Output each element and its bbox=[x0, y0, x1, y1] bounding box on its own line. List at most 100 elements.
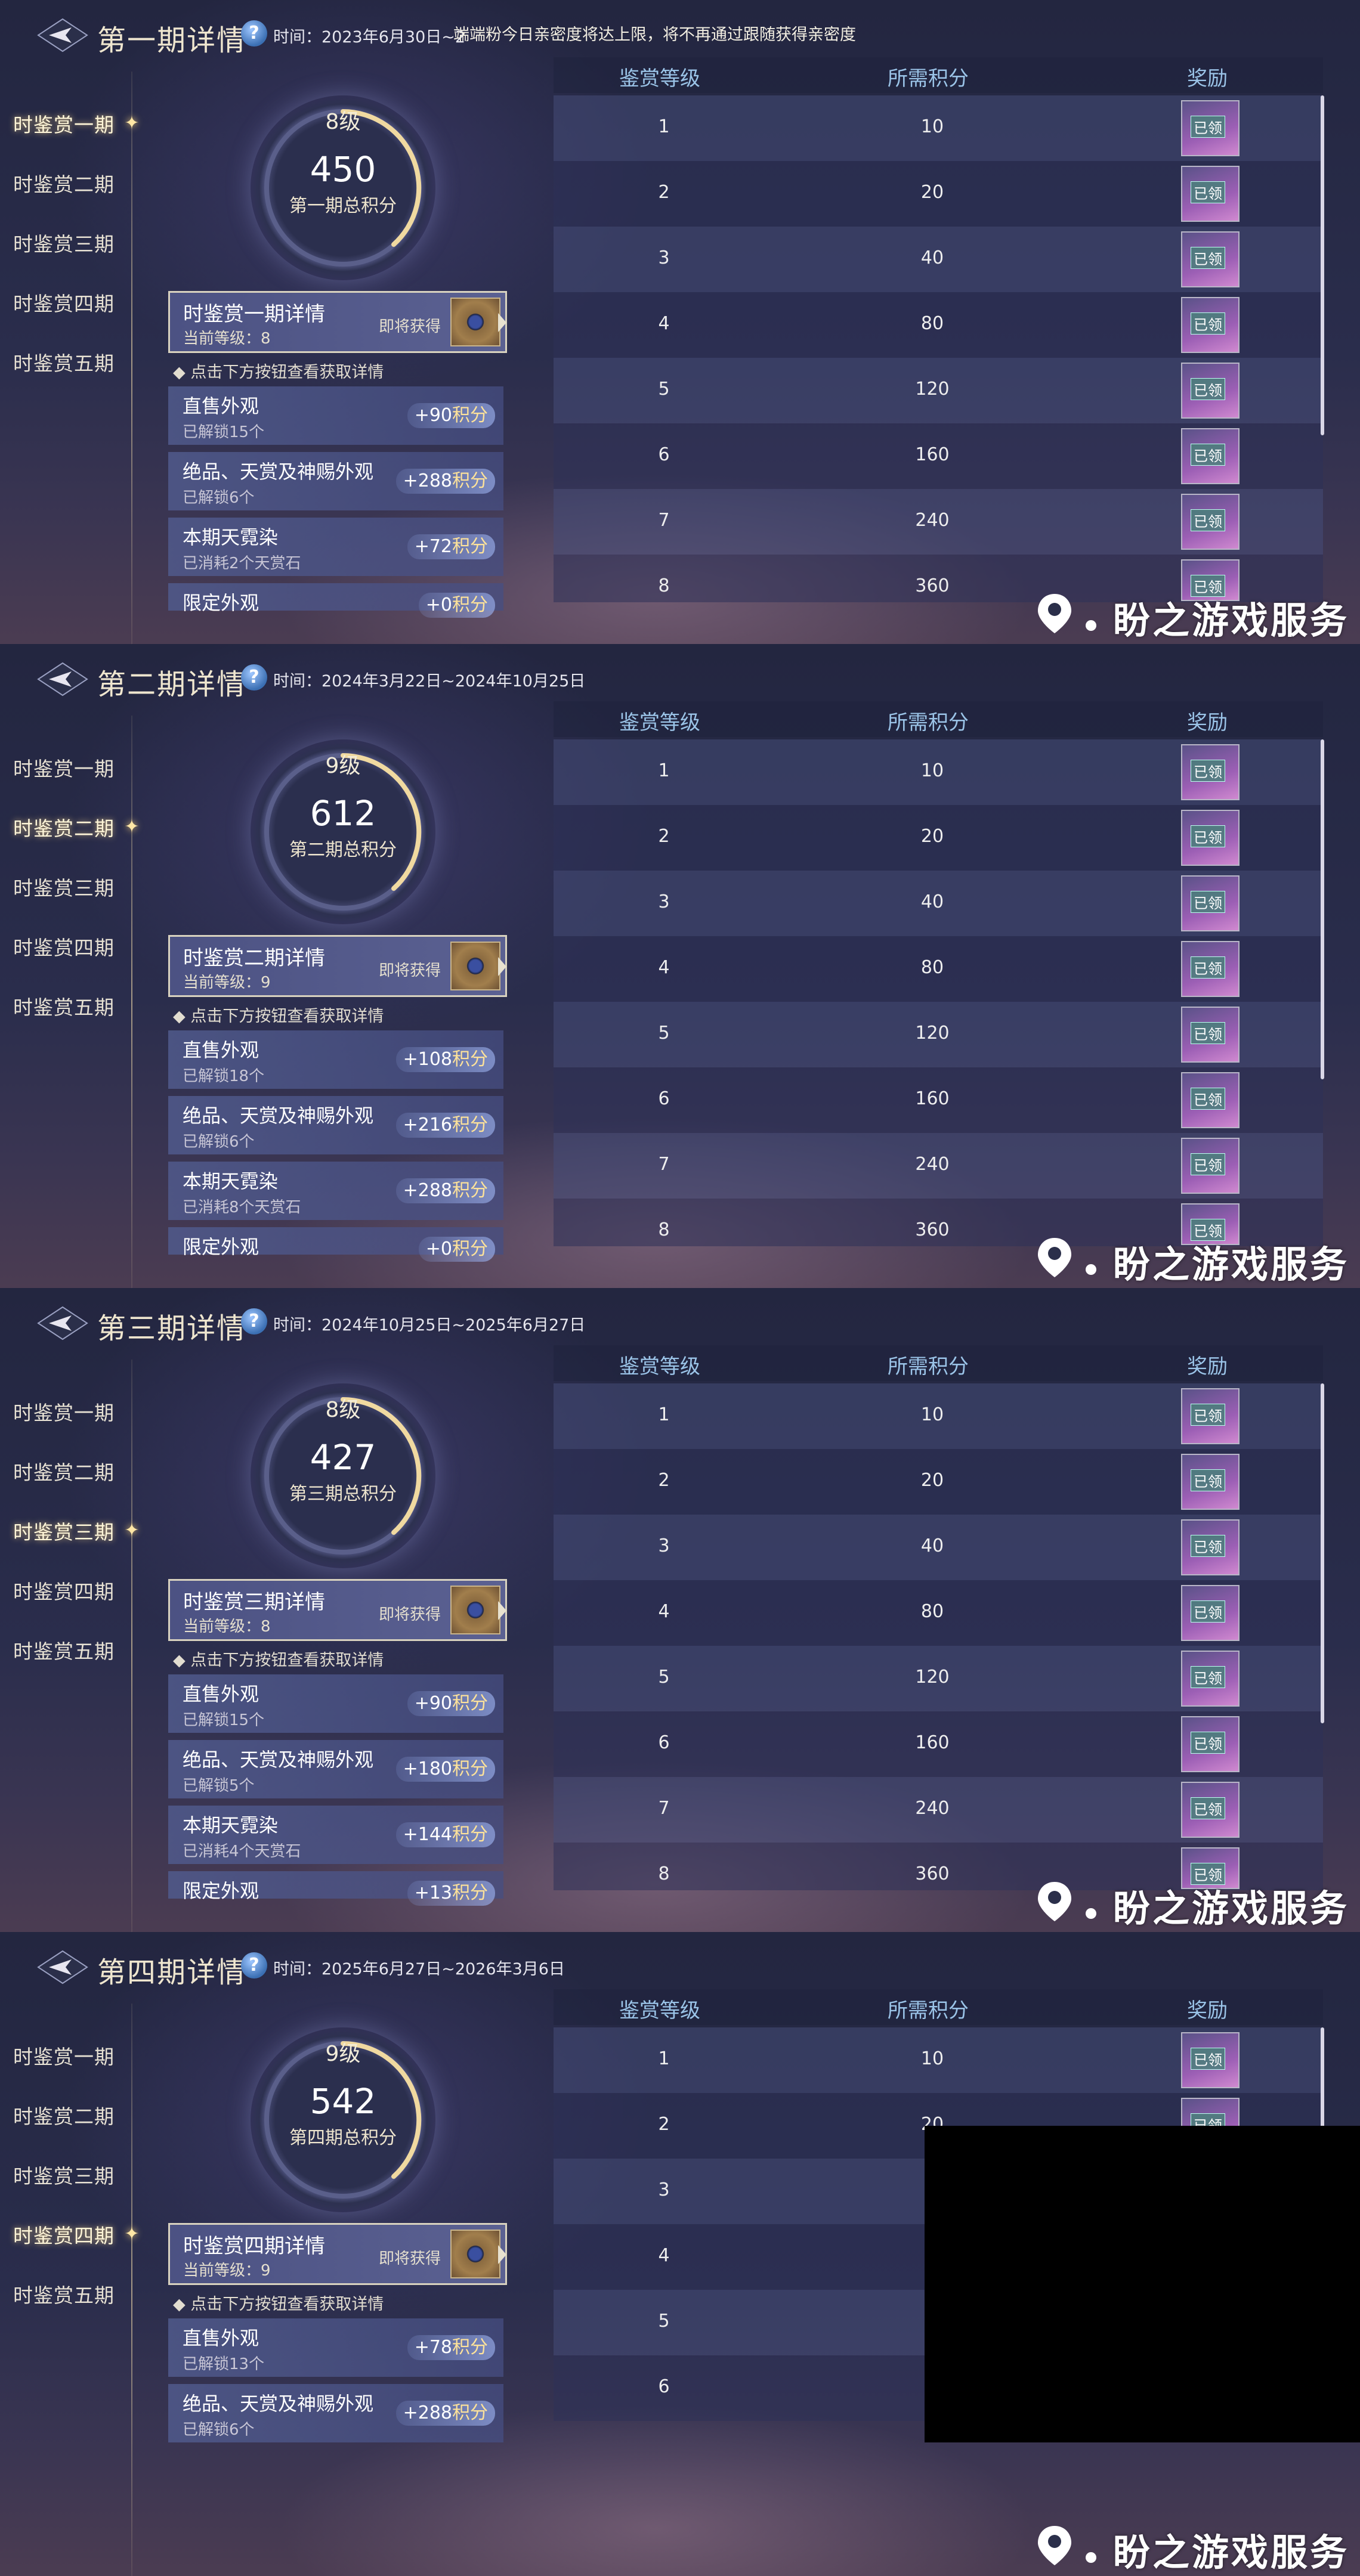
source-detail: 已解锁15个 bbox=[183, 423, 265, 441]
points-source-button[interactable]: 限定外观 +0积分 bbox=[168, 1227, 503, 1262]
points-source-button[interactable]: 直售外观 已解锁15个 +90积分 bbox=[168, 1674, 503, 1733]
reward-status: 已领 bbox=[1191, 956, 1225, 979]
points-source-button[interactable]: 限定外观 +13积分 bbox=[168, 1871, 503, 1906]
sidebar-item[interactable]: 时鉴赏二期 bbox=[13, 1461, 115, 1521]
reward-item[interactable]: 已领 bbox=[1181, 1138, 1240, 1194]
points-source-button[interactable]: 直售外观 已解锁18个 +108积分 bbox=[168, 1030, 503, 1089]
table-header: 鉴赏等级 所需积分 奖励 bbox=[554, 57, 1323, 93]
header-level: 鉴赏等级 bbox=[619, 711, 700, 735]
points-source-button[interactable]: 绝品、天赏及神赐外观 已解锁6个 +288积分 bbox=[168, 2384, 503, 2442]
source-detail: 已解锁5个 bbox=[183, 1777, 255, 1795]
scrollbar[interactable] bbox=[1321, 739, 1324, 1079]
reward-item[interactable]: 已领 bbox=[1181, 1519, 1240, 1575]
diamond-icon: ◆ bbox=[173, 1007, 191, 1026]
sidebar-item[interactable]: 时鉴赏一期 bbox=[13, 113, 115, 173]
upcoming-label: 即将获得 bbox=[379, 2250, 441, 2268]
reward-item[interactable]: 已领 bbox=[1181, 1585, 1240, 1641]
tier-points: 40 bbox=[920, 1535, 944, 1556]
period-detail-card[interactable]: 时鉴赏一期详情 当前等级：8 即将获得 bbox=[168, 291, 507, 353]
reward-item[interactable]: 已领 bbox=[1181, 744, 1240, 800]
diamond-icon: ◆ bbox=[173, 363, 191, 382]
help-icon[interactable]: ? bbox=[241, 1308, 267, 1335]
sidebar-item[interactable]: 时鉴赏四期 bbox=[13, 2224, 115, 2284]
reward-item[interactable]: 已领 bbox=[1181, 428, 1240, 484]
help-icon[interactable]: ? bbox=[241, 664, 267, 691]
reward-item[interactable]: 已领 bbox=[1181, 166, 1240, 222]
tier-row: 5 120 已领 bbox=[554, 358, 1323, 423]
points-source-button[interactable]: 限定外观 +0积分 bbox=[168, 583, 503, 618]
sidebar-item[interactable]: 时鉴赏四期 bbox=[13, 1580, 115, 1640]
reward-item[interactable]: 已领 bbox=[1181, 231, 1240, 287]
reward-item[interactable]: 已领 bbox=[1181, 1716, 1240, 1772]
sidebar-item[interactable]: 时鉴赏一期 bbox=[13, 2045, 115, 2105]
tier-row: 6 160 已领 bbox=[554, 423, 1323, 489]
points-unit: 积分 bbox=[452, 1180, 488, 1201]
table-header: 鉴赏等级 所需积分 奖励 bbox=[554, 1345, 1323, 1381]
back-button[interactable] bbox=[37, 18, 88, 52]
reward-item[interactable]: 已领 bbox=[1181, 297, 1240, 353]
sidebar-item[interactable]: 时鉴赏三期 bbox=[13, 233, 115, 292]
reward-item[interactable]: 已领 bbox=[1181, 875, 1240, 931]
tier-points: 360 bbox=[915, 575, 950, 596]
reward-item[interactable]: 已领 bbox=[1181, 810, 1240, 866]
points-source-button[interactable]: 直售外观 已解锁13个 +78积分 bbox=[168, 2318, 503, 2377]
sidebar-item[interactable]: 时鉴赏二期 bbox=[13, 173, 115, 233]
points-source-button[interactable]: 绝品、天赏及神赐外观 已解锁5个 +180积分 bbox=[168, 1740, 503, 1798]
sidebar-item[interactable]: 时鉴赏五期 bbox=[13, 352, 115, 411]
reward-item[interactable]: 已领 bbox=[1181, 494, 1240, 550]
back-button[interactable] bbox=[37, 1306, 88, 1340]
sidebar-item[interactable]: 时鉴赏三期 bbox=[13, 2165, 115, 2224]
reward-item[interactable]: 已领 bbox=[1181, 363, 1240, 419]
sidebar-item[interactable]: 时鉴赏三期 bbox=[13, 877, 115, 936]
points-source-button[interactable]: 绝品、天赏及神赐外观 已解锁6个 +216积分 bbox=[168, 1096, 503, 1154]
detail-card-title: 时鉴赏二期详情 bbox=[183, 946, 325, 970]
period-detail-card[interactable]: 时鉴赏四期详情 当前等级：9 即将获得 bbox=[168, 2223, 507, 2285]
reward-item[interactable]: 已领 bbox=[1181, 1782, 1240, 1838]
period-detail-card[interactable]: 时鉴赏三期详情 当前等级：8 即将获得 bbox=[168, 1579, 507, 1641]
reward-item[interactable]: 已领 bbox=[1181, 941, 1240, 997]
sidebar-item[interactable]: 时鉴赏四期 bbox=[13, 292, 115, 352]
points-unit: 积分 bbox=[452, 1883, 488, 1903]
sidebar-item[interactable]: 时鉴赏一期 bbox=[13, 1401, 115, 1461]
upcoming-reward-thumb bbox=[450, 298, 500, 346]
source-name: 直售外观 bbox=[183, 395, 259, 417]
reward-item[interactable]: 已领 bbox=[1181, 100, 1240, 156]
points-source-button[interactable]: 直售外观 已解锁15个 +90积分 bbox=[168, 386, 503, 445]
points-source-button[interactable]: 本期天霓染 已消耗8个天赏石 +288积分 bbox=[168, 1162, 503, 1220]
reward-item[interactable]: 已领 bbox=[1181, 2032, 1240, 2088]
reward-status: 已领 bbox=[1191, 1797, 1225, 1819]
sidebar-item[interactable]: 时鉴赏一期 bbox=[13, 757, 115, 817]
period-detail-card[interactable]: 时鉴赏二期详情 当前等级：9 即将获得 bbox=[168, 935, 507, 997]
sidebar-item[interactable]: 时鉴赏五期 bbox=[13, 996, 115, 1055]
back-button[interactable] bbox=[37, 1950, 88, 1984]
hint-text: ◆ 点击下方按钮查看获取详情 bbox=[173, 1647, 384, 1670]
points-source-button[interactable]: 本期天霓染 已消耗2个天赏石 +72积分 bbox=[168, 518, 503, 576]
tier-level: 3 bbox=[658, 247, 670, 268]
reward-item[interactable]: 已领 bbox=[1181, 1007, 1240, 1063]
points-source-button[interactable]: 绝品、天赏及神赐外观 已解锁6个 +288积分 bbox=[168, 452, 503, 510]
help-icon[interactable]: ? bbox=[241, 20, 267, 47]
back-button[interactable] bbox=[37, 662, 88, 696]
watermark-text: 盼之游戏服务 bbox=[1113, 2531, 1350, 2574]
reward-item[interactable]: 已领 bbox=[1181, 1651, 1240, 1707]
reward-status: 已领 bbox=[1191, 891, 1225, 913]
scrollbar[interactable] bbox=[1321, 95, 1324, 435]
reward-item[interactable]: 已领 bbox=[1181, 1388, 1240, 1444]
sidebar-item[interactable]: 时鉴赏五期 bbox=[13, 1640, 115, 1699]
tier-level: 4 bbox=[658, 1601, 670, 1622]
tier-row: 3 40 已领 bbox=[554, 871, 1323, 936]
tier-level: 6 bbox=[658, 1732, 670, 1753]
reward-status: 已领 bbox=[1191, 378, 1225, 400]
page-title: 第一期详情 bbox=[97, 24, 247, 57]
sidebar-item[interactable]: 时鉴赏四期 bbox=[13, 936, 115, 996]
points-source-button[interactable]: 本期天霓染 已消耗4个天赏石 +144积分 bbox=[168, 1806, 503, 1864]
sidebar-item[interactable]: 时鉴赏三期 bbox=[13, 1521, 115, 1580]
reward-item[interactable]: 已领 bbox=[1181, 1072, 1240, 1128]
sidebar-item[interactable]: 时鉴赏二期 bbox=[13, 817, 115, 877]
source-detail: 已消耗4个天赏石 bbox=[183, 1843, 301, 1860]
scrollbar[interactable] bbox=[1321, 1383, 1324, 1723]
help-icon[interactable]: ? bbox=[241, 1952, 267, 1979]
sidebar-item[interactable]: 时鉴赏二期 bbox=[13, 2105, 115, 2165]
reward-item[interactable]: 已领 bbox=[1181, 1454, 1240, 1510]
sidebar-item[interactable]: 时鉴赏五期 bbox=[13, 2284, 115, 2343]
